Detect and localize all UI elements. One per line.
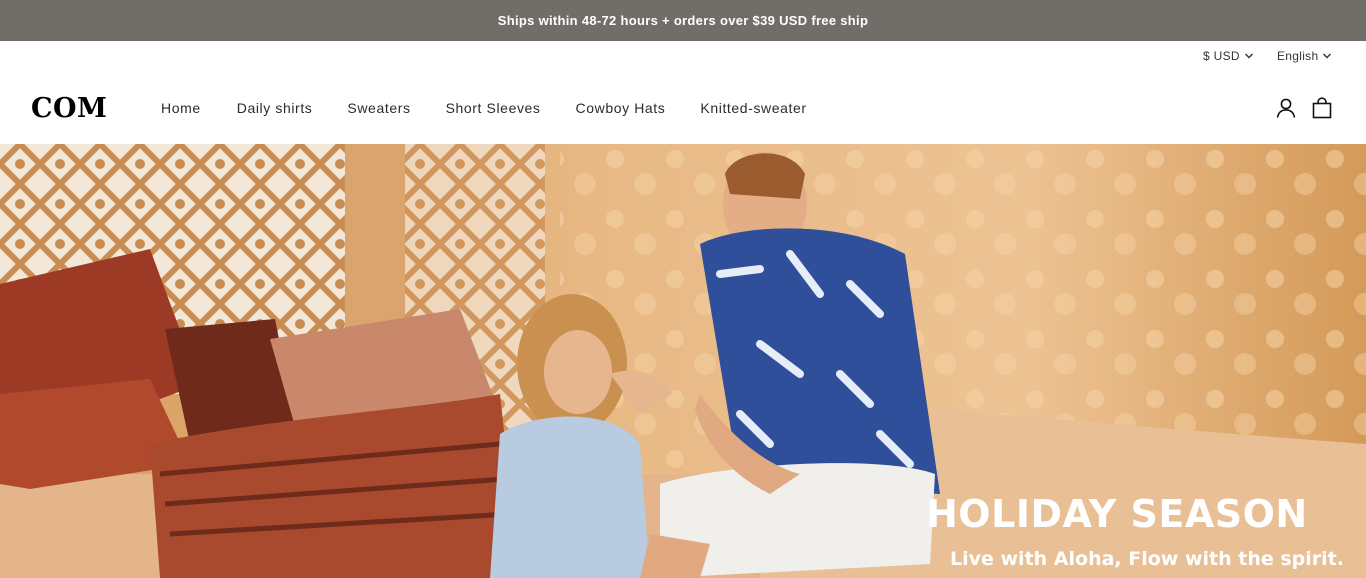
chevron-down-icon — [1323, 53, 1332, 59]
nav-item-cowboy-hats[interactable]: Cowboy Hats — [576, 100, 666, 116]
utility-bar: $ USD English — [0, 41, 1366, 73]
nav-item-knitted-sweater[interactable]: Knitted-sweater — [700, 100, 806, 116]
main-nav: Home Daily shirts Sweaters Short Sleeves… — [161, 100, 807, 116]
announcement-bar: Ships within 48-72 hours + orders over $… — [0, 0, 1366, 41]
site-header: COM Home Daily shirts Sweaters Short Sle… — [0, 73, 1366, 144]
announcement-text: Ships within 48-72 hours + orders over $… — [497, 13, 869, 28]
hero-subtitle: Live with Aloha, Flow with the spirit. — [950, 548, 1344, 570]
account-icon[interactable] — [1275, 97, 1297, 119]
hero-banner[interactable]: HOLIDAY SEASON Live with Aloha, Flow wit… — [0, 144, 1366, 578]
currency-selector[interactable]: $ USD — [1203, 49, 1254, 63]
language-selector[interactable]: English — [1277, 49, 1332, 63]
chevron-down-icon — [1244, 53, 1253, 59]
nav-item-home[interactable]: Home — [161, 100, 201, 116]
nav-item-short-sleeves[interactable]: Short Sleeves — [446, 100, 541, 116]
language-label: English — [1277, 49, 1319, 63]
currency-label: $ USD — [1203, 49, 1240, 63]
site-logo[interactable]: COM — [31, 93, 107, 124]
nav-item-sweaters[interactable]: Sweaters — [347, 100, 410, 116]
nav-item-daily-shirts[interactable]: Daily shirts — [237, 100, 313, 116]
cart-icon[interactable] — [1311, 97, 1333, 119]
hero-title: HOLIDAY SEASON — [926, 492, 1308, 536]
